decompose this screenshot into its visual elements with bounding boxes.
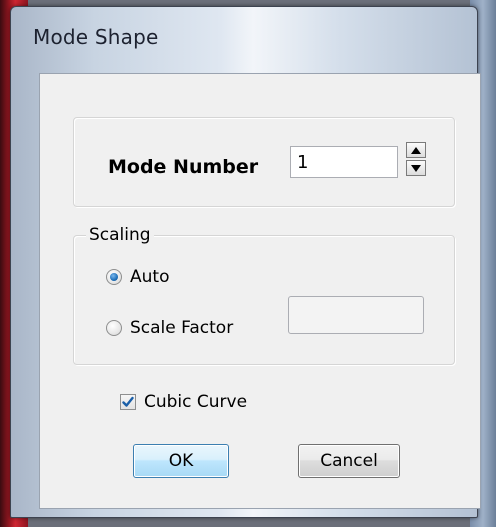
checkmark-icon [122,396,134,407]
cubic-curve-checkbox[interactable] [120,394,136,410]
auto-radio-button[interactable] [106,269,122,285]
scale-factor-radio-option[interactable]: Scale Factor [106,318,233,338]
triangle-up-icon [411,146,421,154]
mode-number-spin-up-button[interactable] [406,142,426,158]
mode-number-input[interactable] [290,146,398,178]
auto-radio-option[interactable]: Auto [106,267,169,287]
scale-factor-input[interactable] [288,296,424,334]
ok-button[interactable]: OK [133,444,229,478]
cubic-curve-label: Cubic Curve [144,392,248,412]
scaling-group-label: Scaling [86,225,154,245]
mode-number-label: Mode Number [108,156,259,178]
mode-number-spin-down-button[interactable] [406,160,426,176]
cubic-curve-option[interactable]: Cubic Curve [120,392,247,412]
scale-factor-radio-button[interactable] [106,320,122,336]
mode-shape-dialog: Mode Shape Mode Number Scaling Auto Scal… [10,6,481,518]
auto-radio-label: Auto [130,267,170,287]
triangle-down-icon [411,164,421,172]
cancel-button[interactable]: Cancel [298,444,400,478]
scale-factor-radio-label: Scale Factor [130,318,234,338]
dialog-client-area: Mode Number Scaling Auto Scale Factor Cu… [39,73,481,509]
window-title: Mode Shape [33,25,159,49]
